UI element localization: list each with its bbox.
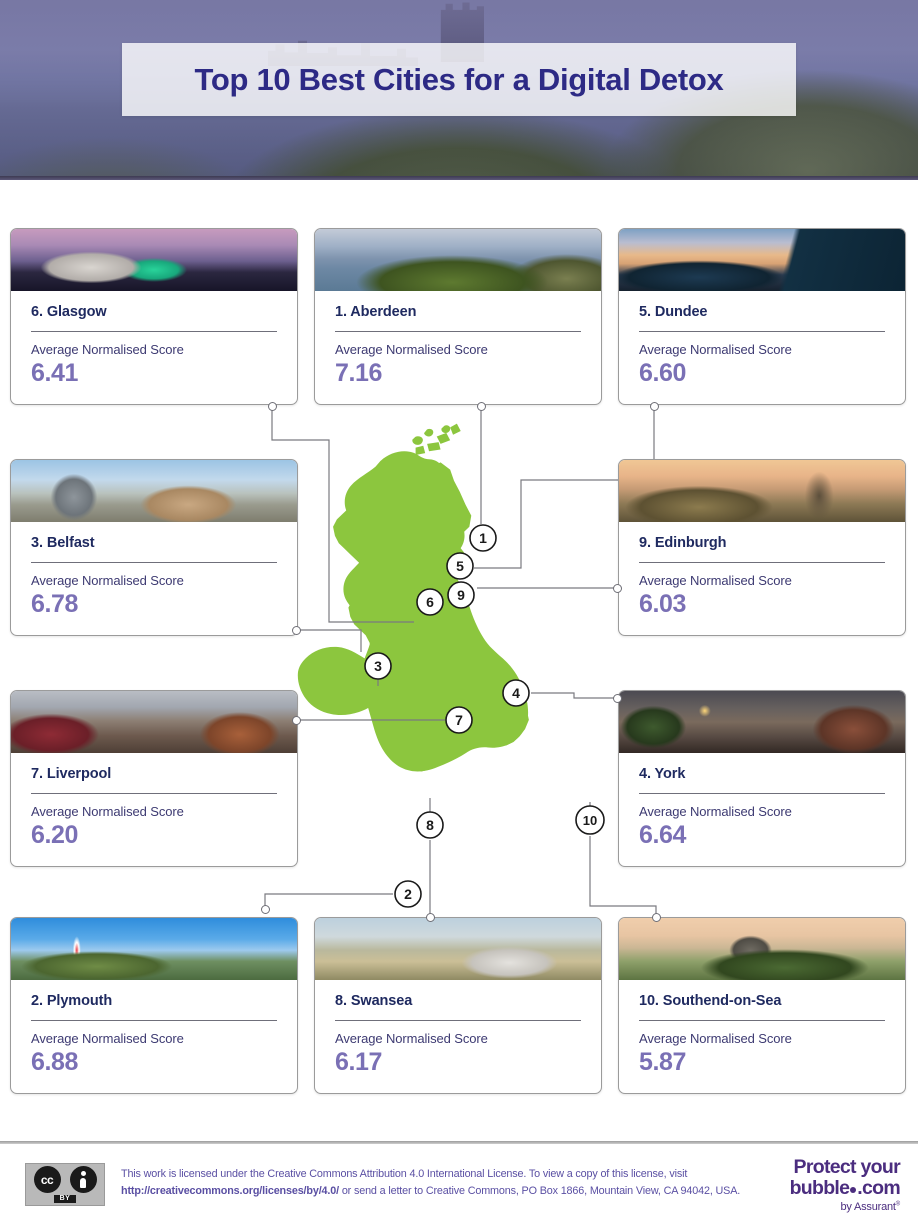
- city-name-liverpool: 7. Liverpool: [31, 766, 112, 782]
- city-name-edinburgh: 9. Edinburgh: [639, 535, 727, 551]
- city-photo-belfast: [11, 460, 297, 522]
- brand-assurant-text: by Assurant: [840, 1201, 896, 1213]
- city-photo-glasgow: [11, 229, 297, 291]
- city-name-york: 4. York: [639, 766, 686, 782]
- score-label-swansea: Average Normalised Score: [335, 1031, 488, 1046]
- city-card-york[interactable]: 4. York Average Normalised Score 6.64: [618, 690, 906, 867]
- city-photo-dundee: [619, 229, 905, 291]
- card-divider: [639, 562, 885, 563]
- card-divider: [639, 1020, 885, 1021]
- connector-dot-york: [613, 694, 622, 703]
- city-photo-york: [619, 691, 905, 753]
- card-divider: [639, 793, 885, 794]
- score-value-southend-on-sea: 5.87: [639, 1048, 687, 1076]
- brand-line-2: bubble .com: [789, 1177, 901, 1199]
- city-name-belfast: 3. Belfast: [31, 535, 95, 551]
- score-value-liverpool: 6.20: [31, 821, 79, 849]
- score-label-edinburgh: Average Normalised Score: [639, 573, 792, 588]
- city-card-aberdeen[interactable]: 1. Aberdeen Average Normalised Score 7.1…: [314, 228, 602, 405]
- score-label-liverpool: Average Normalised Score: [31, 804, 184, 819]
- city-card-plymouth[interactable]: 2. Plymouth Average Normalised Score 6.8…: [10, 917, 298, 1094]
- license-url-link[interactable]: http://creativecommons.org/licenses/by/4…: [121, 1185, 339, 1197]
- score-value-glasgow: 6.41: [31, 359, 79, 387]
- connector-dot-dundee: [650, 402, 659, 411]
- city-card-swansea[interactable]: 8. Swansea Average Normalised Score 6.17: [314, 917, 602, 1094]
- brand-logo[interactable]: Protect your bubble .com by Assurant®: [789, 1156, 901, 1214]
- score-label-glasgow: Average Normalised Score: [31, 342, 184, 357]
- cc-by-label: BY: [53, 1195, 77, 1203]
- brand-dot-icon: [850, 1187, 857, 1193]
- connector-dot-swansea: [426, 913, 435, 922]
- score-value-edinburgh: 6.03: [639, 590, 687, 618]
- page-title: Top 10 Best Cities for a Digital Detox: [194, 61, 724, 97]
- card-divider: [639, 331, 885, 332]
- score-value-york: 6.64: [639, 821, 687, 849]
- score-label-york: Average Normalised Score: [639, 804, 792, 819]
- city-card-liverpool[interactable]: 7. Liverpool Average Normalised Score 6.…: [10, 690, 298, 867]
- city-card-edinburgh[interactable]: 9. Edinburgh Average Normalised Score 6.…: [618, 459, 906, 636]
- creative-commons-badge: cc BY: [25, 1163, 105, 1206]
- header-banner: Top 10 Best Cities for a Digital Detox: [0, 0, 918, 180]
- city-name-swansea: 8. Swansea: [335, 993, 413, 1009]
- city-photo-liverpool: [11, 691, 297, 753]
- uk-ireland-map: [297, 423, 591, 830]
- connector-dot-southend-on-sea: [652, 913, 661, 922]
- city-card-belfast[interactable]: 3. Belfast Average Normalised Score 6.78: [10, 459, 298, 636]
- city-photo-edinburgh: [619, 460, 905, 522]
- card-divider: [31, 562, 277, 563]
- brand-bubble-text: bubble: [789, 1177, 850, 1199]
- score-label-dundee: Average Normalised Score: [639, 342, 792, 357]
- brand-registered-mark: ®: [895, 1201, 900, 1208]
- cc-icon: cc: [33, 1166, 61, 1193]
- connector-dot-liverpool: [292, 716, 301, 725]
- great-britain-outline: [343, 425, 529, 772]
- score-label-aberdeen: Average Normalised Score: [335, 342, 488, 357]
- title-banner: Top 10 Best Cities for a Digital Detox: [122, 43, 796, 116]
- city-photo-southend-on-sea: [619, 918, 905, 980]
- city-name-plymouth: 2. Plymouth: [31, 993, 113, 1009]
- attribution-person-icon: [69, 1166, 97, 1193]
- city-card-dundee[interactable]: 5. Dundee Average Normalised Score 6.60: [618, 228, 906, 405]
- score-value-swansea: 6.17: [335, 1048, 383, 1076]
- score-label-plymouth: Average Normalised Score: [31, 1031, 184, 1046]
- license-line-2: or send a letter to Creative Commons, PO…: [338, 1184, 741, 1197]
- city-photo-plymouth: [11, 918, 297, 980]
- score-label-belfast: Average Normalised Score: [31, 573, 184, 588]
- card-divider: [335, 1020, 581, 1021]
- city-name-glasgow: 6. Glasgow: [31, 304, 107, 320]
- card-divider: [31, 793, 277, 794]
- city-name-southend-on-sea: 10. Southend-on-Sea: [639, 993, 782, 1009]
- city-photo-aberdeen: [315, 229, 601, 291]
- connector-dot-belfast: [292, 626, 301, 635]
- brand-line-3: by Assurant®: [790, 1201, 900, 1213]
- city-name-aberdeen: 1. Aberdeen: [335, 304, 417, 320]
- score-value-dundee: 6.60: [639, 359, 687, 387]
- city-card-southend-on-sea[interactable]: 10. Southend-on-Sea Average Normalised S…: [618, 917, 906, 1094]
- score-value-aberdeen: 7.16: [335, 359, 383, 387]
- connector-dot-plymouth: [261, 905, 270, 914]
- license-text: This work is licensed under the Creative…: [121, 1166, 741, 1199]
- score-label-southend-on-sea: Average Normalised Score: [639, 1031, 792, 1046]
- card-divider: [31, 1020, 277, 1021]
- connector-dot-edinburgh: [613, 584, 622, 593]
- score-value-plymouth: 6.88: [31, 1048, 79, 1076]
- city-photo-swansea: [315, 918, 601, 980]
- connector-dot-glasgow: [268, 402, 277, 411]
- license-line-1: This work is licensed under the Creative…: [121, 1168, 688, 1180]
- card-divider: [335, 331, 581, 332]
- score-value-belfast: 6.78: [31, 590, 79, 618]
- brand-line-1: Protect your: [793, 1156, 901, 1178]
- city-card-glasgow[interactable]: 6. Glasgow Average Normalised Score 6.41: [10, 228, 298, 405]
- card-divider: [31, 331, 277, 332]
- city-name-dundee: 5. Dundee: [639, 304, 708, 320]
- connector-dot-aberdeen: [477, 402, 486, 411]
- brand-com-text: .com: [857, 1177, 900, 1199]
